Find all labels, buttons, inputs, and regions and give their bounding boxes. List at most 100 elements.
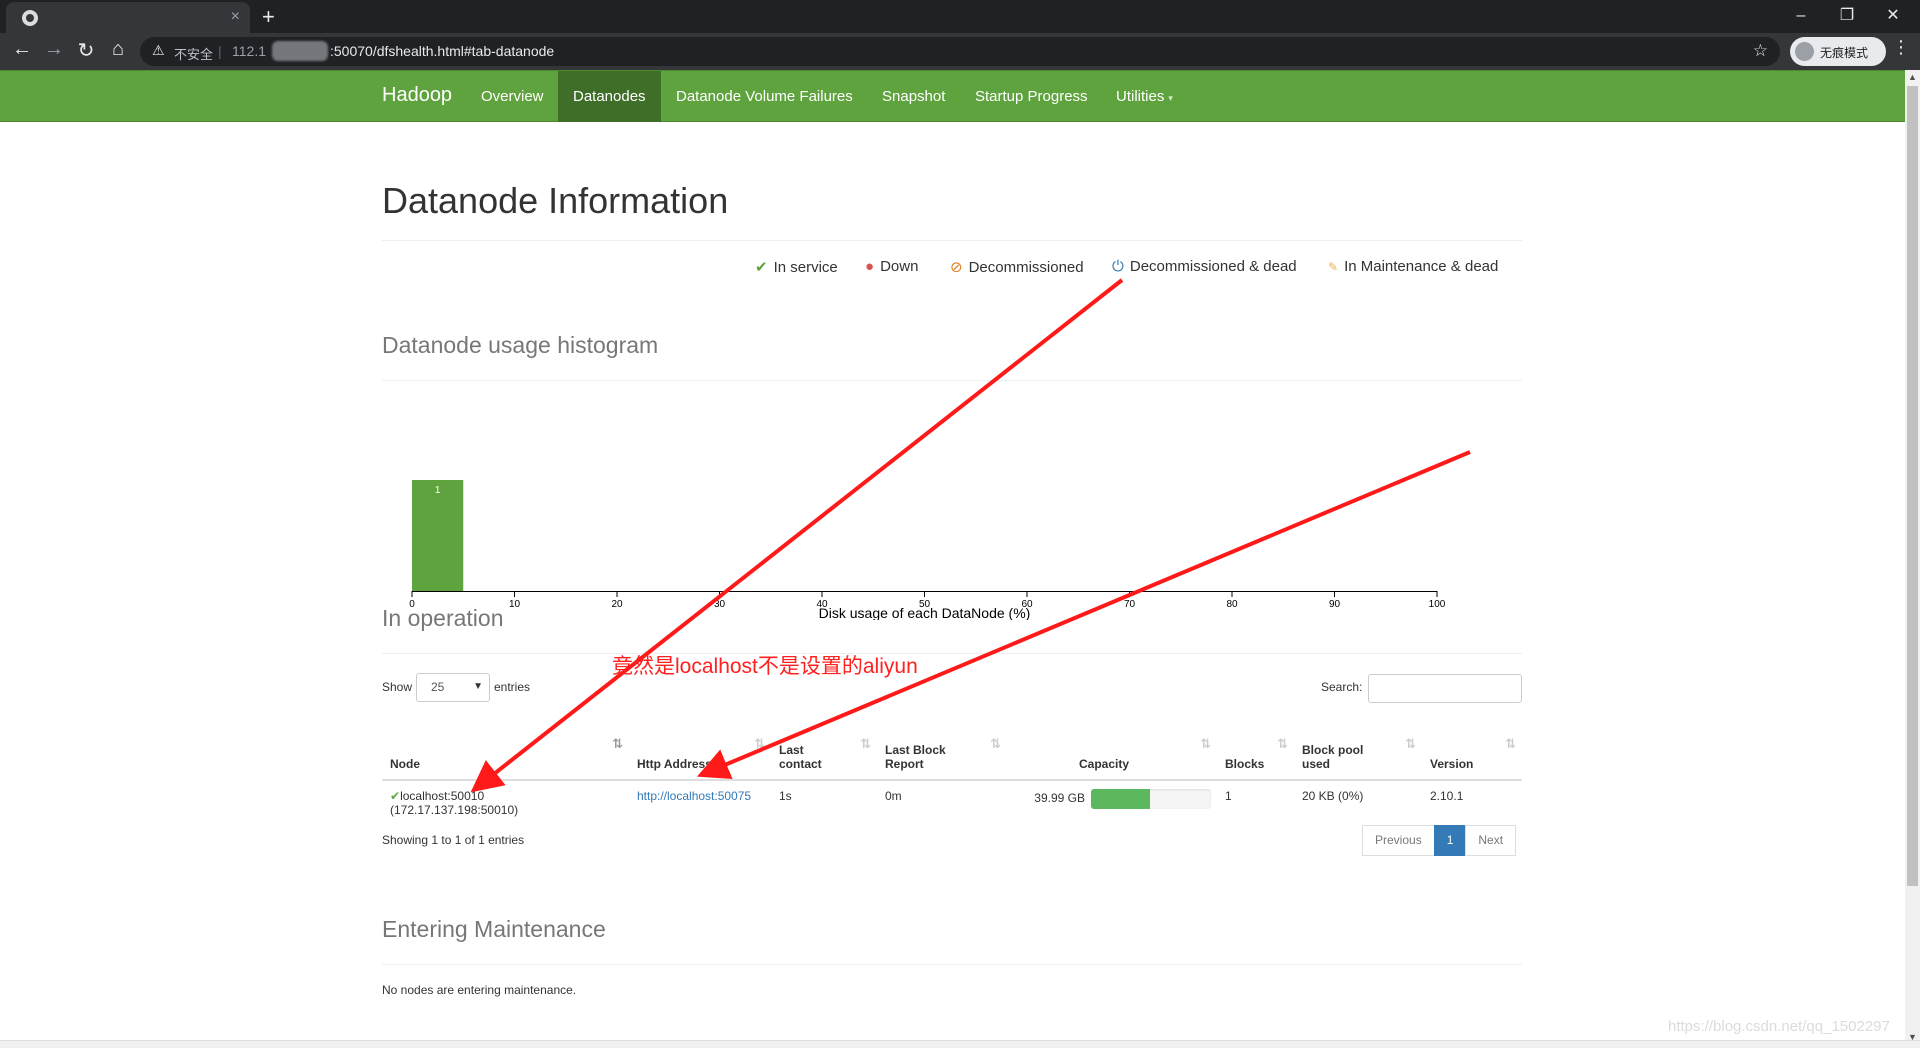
incognito-profile-button[interactable]: 无痕模式 <box>1790 37 1886 66</box>
cell-last-contact: 1s <box>779 789 792 803</box>
red-annotation-text: 竟然是localhost不是设置的aliyun <box>612 655 918 678</box>
previous-button[interactable]: Previous <box>1362 825 1435 856</box>
page-viewport: Hadoop Overview Datanodes Datanode Volum… <box>0 70 1905 1048</box>
browser-tab[interactable]: × <box>6 2 250 33</box>
column-header-version[interactable]: Version ⇅ <box>1422 720 1522 781</box>
cell-http: http://localhost:50075 <box>629 780 771 828</box>
nav-startup-progress[interactable]: Startup Progress <box>960 71 1103 122</box>
nav-snapshot[interactable]: Snapshot <box>867 71 960 122</box>
cell-block-pool-used: 20 KB (0%) <box>1302 789 1364 803</box>
legend-maintenance-dead: ✎ In Maintenance & dead <box>1328 258 1498 275</box>
nav-utilities-label: Utilities <box>1116 88 1165 105</box>
globe-icon <box>22 10 38 26</box>
csdn-watermark: https://blog.csdn.net/qq_1502297 <box>1668 1018 1890 1035</box>
x-tick-label: 20 <box>611 599 623 610</box>
capacity-value: 39.99 GB <box>1034 791 1085 806</box>
browser-menu-icon[interactable]: ⋮ <box>1892 37 1910 58</box>
page-scrollbar[interactable]: ▲ ▼ <box>1905 70 1920 1048</box>
back-icon[interactable]: ← <box>10 38 34 61</box>
bar-count-label: 1 <box>435 485 441 496</box>
show-label: Show <box>382 680 413 694</box>
maintenance-text: No nodes are entering maintenance. <box>382 983 577 997</box>
address-bar[interactable]: ⚠ 不安全 | 112.1 :50070/dfshealth.html#tab-… <box>140 37 1780 66</box>
home-icon[interactable]: ⌂ <box>106 38 130 61</box>
url-host: 112.1 <box>232 43 266 59</box>
close-window-button[interactable]: ✕ <box>1870 2 1916 30</box>
cell-blocks: 1 <box>1225 789 1232 803</box>
page-1-button[interactable]: 1 <box>1433 825 1467 856</box>
datanode-table: Node ⇅ Http Address ⇅ Last contact ⇅ Last Bl… <box>382 720 1522 828</box>
column-header-node[interactable]: Node ⇅ <box>382 720 629 781</box>
navbar-brand[interactable]: Hadoop <box>382 84 452 107</box>
x-tick-label: 90 <box>1329 599 1341 610</box>
page-title: Datanode Information <box>382 180 729 221</box>
legend-label: Decommissioned <box>968 259 1084 276</box>
node-name: localhost:50010 <box>400 789 485 803</box>
page-length-select[interactable]: 25 ▼ <box>416 673 490 702</box>
x-axis-label: Disk usage of each DataNode (%) <box>819 605 1031 620</box>
column-header-last-contact[interactable]: Last contact ⇅ <box>771 720 877 781</box>
legend-decommissioned-dead: ⏻ Decommissioned & dead <box>1112 258 1297 275</box>
legend-decommissioned: ⊘ Decommissioned <box>950 258 1084 276</box>
maintenance-heading: Entering Maintenance <box>382 916 606 942</box>
column-header-block-pool[interactable]: Block pool used ⇅ <box>1294 720 1422 781</box>
nav-datanodes[interactable]: Datanodes <box>558 71 661 122</box>
legend-in-service: ✔ In service <box>755 258 838 276</box>
legend-down: ● Down <box>865 258 918 275</box>
sort-icon: ⇅ <box>1277 736 1288 751</box>
forward-icon[interactable]: → <box>42 38 66 61</box>
tab-close-icon[interactable]: × <box>231 8 240 26</box>
scroll-thumb[interactable] <box>1907 86 1918 886</box>
power-icon: ⏻ <box>1112 258 1124 275</box>
bookmark-star-icon[interactable]: ☆ <box>1753 41 1768 61</box>
column-header-blocks[interactable]: Blocks ⇅ <box>1217 720 1294 781</box>
legend-label: In service <box>773 259 838 276</box>
insecure-label: 不安全 <box>174 47 214 62</box>
column-header-capacity[interactable]: Capacity ⇅ <box>1007 720 1217 781</box>
cell-node: ✔localhost:50010 (172.17.137.198:50010) <box>382 780 629 828</box>
operation-divider <box>382 653 1522 654</box>
usage-histogram: 10 10 20 30 40 50 60 70 80 90 100Disk usage of eac… <box>409 480 1446 620</box>
restore-button[interactable]: ❐ <box>1824 2 1870 30</box>
sort-icon: ⇅ <box>1405 736 1416 751</box>
legend-label: Decommissioned & dead <box>1129 258 1297 275</box>
x-tick-label: 30 <box>714 599 726 610</box>
page-length-value: 25 <box>431 680 445 694</box>
node-ip: (172.17.137.198:50010) <box>390 803 519 817</box>
browser-tabstrip: × + – ❐ ✕ <box>0 0 1920 33</box>
cell-last-block-report: 0m <box>885 789 902 803</box>
new-tab-button[interactable]: + <box>262 4 275 30</box>
warning-icon: ⚠ <box>152 42 165 58</box>
column-header-http[interactable]: Http Address ⇅ <box>629 720 771 781</box>
omnibox-divider: | <box>218 43 222 59</box>
sort-icon: ⇅ <box>990 736 1001 751</box>
title-divider <box>382 240 1522 241</box>
url-path: :50070/dfshealth.html#tab-datanode <box>330 43 555 59</box>
reload-icon[interactable]: ↻ <box>74 38 98 63</box>
search-label: Search: <box>1321 680 1363 694</box>
capacity-progress-fill <box>1091 789 1150 809</box>
histogram-heading: Datanode usage histogram <box>382 332 659 358</box>
redacted-ip-blur <box>272 41 328 61</box>
http-address-link[interactable]: http://localhost:50075 <box>637 789 751 803</box>
operation-heading: In operation <box>382 605 504 631</box>
sort-icon: ⇅ <box>1200 736 1211 751</box>
nav-overview[interactable]: Overview <box>466 71 559 122</box>
minimize-button[interactable]: – <box>1778 2 1824 30</box>
nav-volume-failures[interactable]: Datanode Volume Failures <box>661 71 868 122</box>
decommissioned-icon: ⊘ <box>950 259 963 276</box>
nav-utilities[interactable]: Utilities ▾ <box>1101 71 1188 122</box>
pagination: Previous 1 Next <box>1362 825 1517 856</box>
check-icon: ✔ <box>755 259 768 276</box>
sort-icon: ⇅ <box>754 736 765 751</box>
next-button[interactable]: Next <box>1465 825 1517 856</box>
search-input[interactable] <box>1368 674 1522 703</box>
down-icon: ● <box>865 258 875 275</box>
capacity-progress-bar <box>1091 789 1211 809</box>
x-tick-label: 10 <box>509 599 521 610</box>
table-info: Showing 1 to 1 of 1 entries <box>382 833 525 847</box>
maintenance-divider <box>382 964 1522 965</box>
column-header-last-block-report[interactable]: Last Block Report ⇅ <box>877 720 1007 781</box>
scroll-up-icon[interactable]: ▲ <box>1908 72 1917 82</box>
incognito-label: 无痕模式 <box>1820 46 1869 60</box>
